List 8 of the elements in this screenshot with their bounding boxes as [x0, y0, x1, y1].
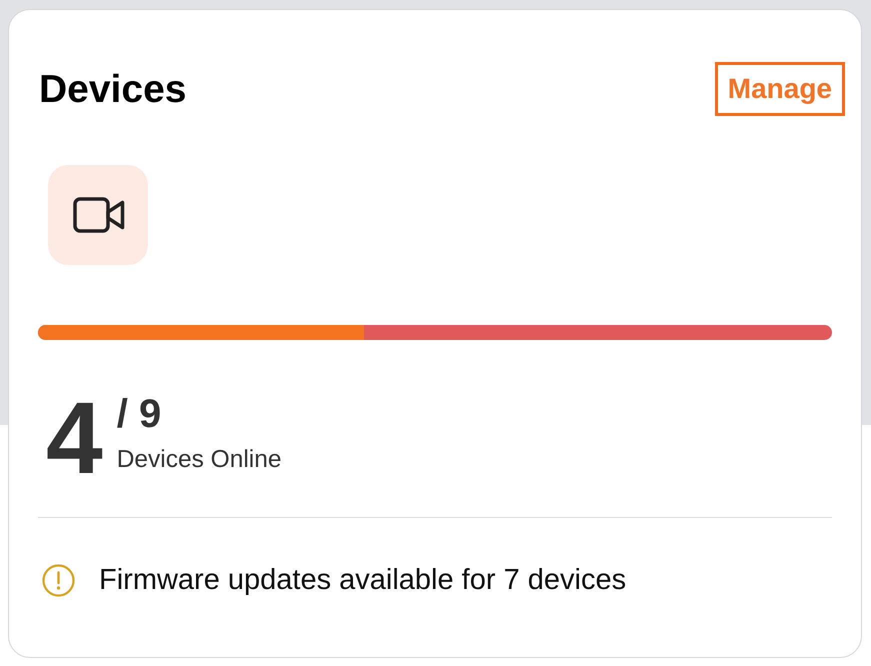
- firmware-notice: Firmware updates available for 7 devices: [99, 563, 626, 598]
- total-count: / 9: [116, 394, 162, 434]
- warning-icon: [42, 564, 75, 597]
- manage-button[interactable]: Manage: [714, 62, 845, 116]
- video-camera-icon: [48, 165, 148, 265]
- online-count: 4: [46, 387, 103, 489]
- online-label: Devices Online: [116, 445, 282, 474]
- card-title: Devices: [39, 70, 186, 108]
